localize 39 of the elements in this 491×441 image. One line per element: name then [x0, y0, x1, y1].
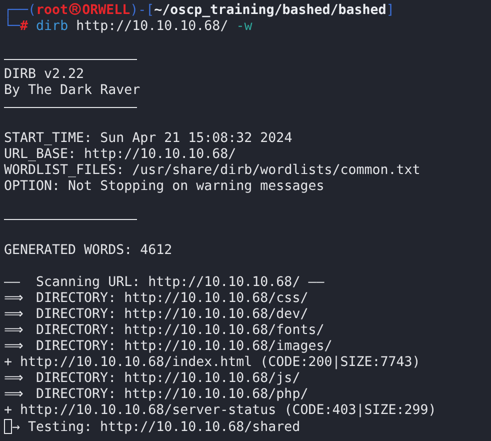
progress-line: Testing: http://10.10.10.68/shared	[28, 420, 300, 435]
directory-line: DIRECTORY: http://10.10.10.68/fonts/	[36, 323, 324, 338]
prompt-symbol: #	[20, 19, 28, 34]
output-line: + http://10.10.10.68/server-status (CODE:403|SIZE:299)	[4, 403, 436, 418]
dash-mark: ——	[308, 275, 326, 291]
output-line: + http://10.10.10.68/index.html (CODE:200|SIZE:7743)	[4, 355, 420, 370]
output-line: DIRB v2.22	[4, 67, 84, 82]
directory-line: DIRECTORY: http://10.10.10.68/css/	[36, 291, 308, 306]
arrow-mark: ⟹	[4, 339, 24, 355]
directory-line: DIRECTORY: http://10.10.10.68/images/	[36, 339, 332, 354]
output-line: GENERATED WORDS: 4612	[4, 243, 172, 258]
command-name: dirb	[36, 19, 68, 34]
arrow-mark: ⟹	[4, 291, 24, 307]
scan-header: Scanning URL: http://10.10.10.68/	[36, 275, 300, 290]
prompt-host: ORWELL	[82, 3, 130, 18]
prompt-bracket: )-[	[130, 3, 154, 18]
circle-icon	[69, 3, 82, 15]
arrow-mark: ⟹	[4, 371, 24, 387]
prompt-frame: ┌──(	[4, 3, 36, 18]
directory-line: DIRECTORY: http://10.10.10.68/js/	[36, 371, 300, 386]
command-option: -w	[236, 19, 252, 34]
prompt-user: root	[36, 3, 68, 18]
arrow-mark: →	[12, 420, 22, 436]
prompt-frame: └─	[4, 19, 20, 34]
prompt-bracket: ]	[386, 3, 394, 18]
arrow-mark: ⟹	[4, 307, 24, 323]
terminal-cursor	[4, 419, 12, 434]
dash-mark: ——	[4, 275, 22, 291]
directory-line: DIRECTORY: http://10.10.10.68/dev/	[36, 307, 308, 322]
prompt-path: ~/oscp_training/bashed/bashed	[154, 3, 386, 18]
arrow-mark: ⟹	[4, 323, 24, 339]
output-line: WORDLIST_FILES: /usr/share/dirb/wordlists/common.txt	[4, 163, 420, 178]
output-line: By The Dark Raver	[4, 83, 140, 98]
output-line: OPTION: Not Stopping on warning messages	[4, 179, 324, 194]
arrow-mark: ⟹	[4, 387, 24, 403]
output-line: START_TIME: Sun Apr 21 15:08:32 2024	[4, 131, 292, 146]
command-argument: http://10.10.10.68/	[76, 19, 228, 34]
directory-line: DIRECTORY: http://10.10.10.68/php/	[36, 387, 308, 402]
output-line: URL_BASE: http://10.10.10.68/	[4, 147, 236, 162]
